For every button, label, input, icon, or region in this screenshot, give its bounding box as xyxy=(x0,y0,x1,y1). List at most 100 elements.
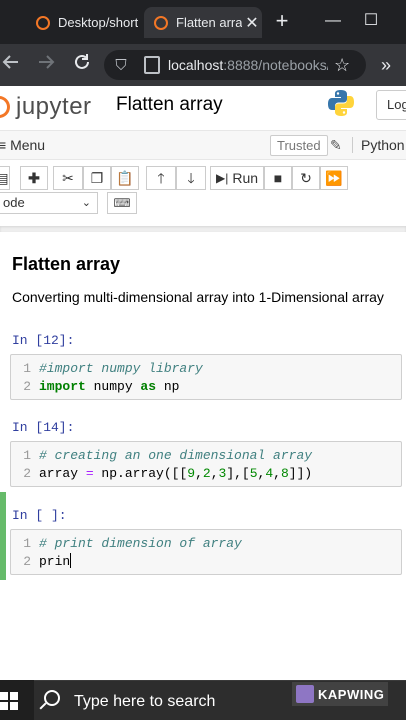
markdown-heading: Flatten array xyxy=(12,254,121,274)
copy-icon: ❐ xyxy=(90,170,104,186)
maximize-icon[interactable]: ☐ xyxy=(356,6,386,36)
jupyter-logo[interactable]: jupyter xyxy=(0,92,100,122)
url-field[interactable]: ⛉ localhost:8888/notebooks/ ☆ xyxy=(104,50,366,80)
code-text: ],[ xyxy=(226,466,250,481)
code-line: 1 # creating an one dimensional array xyxy=(11,447,401,465)
python-logo-icon xyxy=(328,90,354,116)
page-info-icon[interactable] xyxy=(144,56,160,74)
code-cell[interactable]: 1 #import numpy library 2 import numpy a… xyxy=(10,354,402,400)
url-text[interactable]: localhost:8888/notebooks/ xyxy=(168,57,328,73)
notebook-title[interactable]: Flatten array xyxy=(116,94,223,116)
arrow-left-icon xyxy=(2,55,18,69)
line-number: 2 xyxy=(23,466,31,481)
code-number: 4 xyxy=(265,466,274,481)
save-button[interactable]: ▤ xyxy=(0,166,10,190)
jupyter-favicon-icon xyxy=(36,15,50,30)
reload-icon xyxy=(75,54,89,69)
new-tab-button[interactable]: + xyxy=(270,8,294,34)
kapwing-logo-icon xyxy=(296,685,314,703)
watermark-text: KAPWING xyxy=(318,686,385,702)
stop-icon: ■ xyxy=(273,170,283,186)
code-number: 9 xyxy=(187,466,196,481)
back-button[interactable] xyxy=(0,52,24,78)
code-line: 2 prin xyxy=(11,553,401,571)
move-up-button[interactable]: 🡑 xyxy=(146,166,176,190)
jupyter-ring-icon xyxy=(0,96,10,118)
move-down-button[interactable]: 🡓 xyxy=(176,166,206,190)
code-text: , xyxy=(257,466,266,481)
paste-button[interactable]: 📋 xyxy=(111,166,139,190)
code-text: ]]) xyxy=(288,466,313,481)
cell-type-select[interactable]: ode ⌄ xyxy=(0,192,98,214)
code-line: 1 #import numpy library xyxy=(11,360,401,378)
forward-button[interactable] xyxy=(33,52,59,78)
trusted-badge[interactable]: Trusted xyxy=(270,135,328,156)
cell-prompt: In [12]: xyxy=(12,333,75,348)
search-placeholder: Type here to search xyxy=(74,693,216,710)
code-text: , xyxy=(273,466,281,481)
fast-forward-icon: ⏩ xyxy=(325,170,343,186)
code-number: 8 xyxy=(280,466,289,481)
kernel-indicator[interactable]: Python xyxy=(352,137,405,153)
chevron-down-icon: ⌄ xyxy=(81,197,91,209)
star-icon[interactable]: ☆ xyxy=(334,55,350,76)
run-button[interactable]: ▶| Run xyxy=(210,166,264,190)
cut-button[interactable]: ✂ xyxy=(53,166,83,190)
code-keyword: import xyxy=(39,379,86,394)
restart-button[interactable]: ↻ xyxy=(292,166,320,190)
menu-button[interactable]: ≡ Menu xyxy=(0,137,45,153)
shield-icon[interactable]: ⛉ xyxy=(110,57,132,74)
code-cell-editing[interactable]: 1 # print dimension of array 2 prin xyxy=(10,529,402,575)
search-icon xyxy=(44,690,60,706)
scissors-icon: ✂ xyxy=(62,170,74,186)
pencil-icon[interactable]: ✎ xyxy=(330,137,342,154)
arrow-right-icon xyxy=(39,55,55,69)
step-forward-icon: ▶| xyxy=(215,171,229,185)
code-number: 3 xyxy=(218,466,227,481)
logout-button[interactable]: Log xyxy=(376,90,406,120)
cell-prompt: In [ ]: xyxy=(12,508,67,523)
line-number: 2 xyxy=(23,379,31,394)
line-number: 2 xyxy=(23,554,31,569)
code-line: 2 array = np.array([[9, 2, 3],[5, 4, 8]]) xyxy=(11,465,401,483)
arrow-down-icon: 🡓 xyxy=(187,170,195,186)
code-number: 5 xyxy=(249,466,258,481)
tab-desktop[interactable]: Desktop/short xyxy=(22,7,138,38)
code-number: 2 xyxy=(202,466,211,481)
code-text: , xyxy=(210,466,219,481)
browser-tab-strip: Desktop/short Flatten arra ✕ + — ☐ xyxy=(0,0,406,44)
tab-label: Desktop/short xyxy=(58,15,138,30)
markdown-paragraph: Converting multi-dimensional array into … xyxy=(12,289,384,305)
insert-cell-button[interactable]: ✚ xyxy=(20,166,48,190)
close-tab-icon[interactable]: ✕ xyxy=(242,13,262,33)
paste-icon: 📋 xyxy=(116,170,134,186)
text-cursor xyxy=(70,553,72,568)
menu-label: Menu xyxy=(10,137,46,153)
tab-flatten-array[interactable]: Flatten arra ✕ xyxy=(144,7,262,38)
code-cell[interactable]: 1 # creating an one dimensional array 2 … xyxy=(10,441,402,487)
code-comment: # creating an one dimensional array xyxy=(39,448,313,463)
code-comment: # print dimension of array xyxy=(39,536,242,551)
plus-icon: ✚ xyxy=(28,170,40,186)
code-text: prin xyxy=(39,554,71,569)
copy-button[interactable]: ❐ xyxy=(83,166,111,190)
double-chevron-icon[interactable]: » xyxy=(374,52,398,78)
menubar: ≡ Menu Trusted ✎ Python xyxy=(0,130,406,160)
kapwing-watermark: KAPWING xyxy=(292,682,388,706)
line-number: 1 xyxy=(23,536,31,551)
command-palette-button[interactable]: ⌨ xyxy=(107,192,137,214)
code-text: array xyxy=(39,466,86,481)
minimize-icon[interactable]: — xyxy=(318,6,348,36)
tab-label: Flatten arra xyxy=(176,15,242,30)
windows-start-icon[interactable] xyxy=(0,692,18,710)
code-line: 1 # print dimension of array xyxy=(11,535,401,553)
run-label: Run xyxy=(232,170,259,186)
arrow-up-icon: 🡑 xyxy=(157,170,165,186)
code-comment: #import numpy library xyxy=(39,361,203,376)
cell-type-value: ode xyxy=(3,195,25,210)
cell-prompt: In [14]: xyxy=(12,420,75,435)
reload-button[interactable] xyxy=(69,52,95,78)
screen: Desktop/short Flatten arra ✕ + — ☐ ⛉ loc… xyxy=(0,0,406,720)
interrupt-button[interactable]: ■ xyxy=(264,166,292,190)
restart-run-all-button[interactable]: ⏩ xyxy=(320,166,348,190)
